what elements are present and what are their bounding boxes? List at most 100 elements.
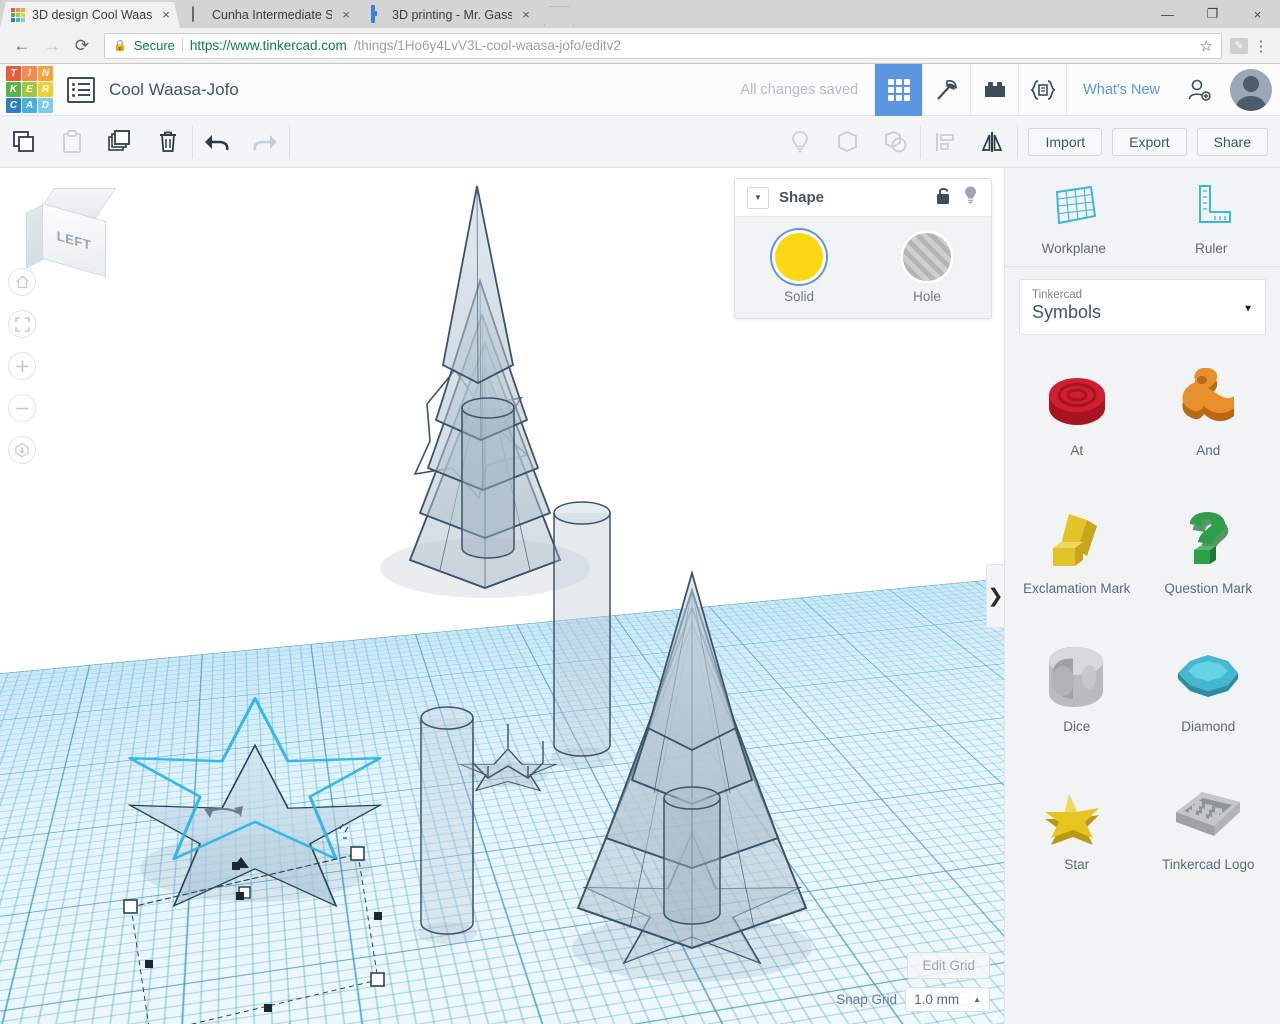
- paste-icon: [48, 116, 96, 168]
- diamond-3d-icon: [1143, 637, 1275, 717]
- lego-brick-icon[interactable]: [970, 63, 1018, 116]
- browser-tab-0[interactable]: 3D design Cool Waasa-J ×: [0, 2, 180, 28]
- shapes-sidebar: Workplane Ruler Tinkercad Symbols ▼ At A…: [1004, 168, 1280, 1024]
- mirror-icon[interactable]: [969, 116, 1017, 168]
- reload-icon[interactable]: ⟳: [68, 32, 96, 60]
- panel-collapse-handle[interactable]: ❯: [986, 564, 1004, 628]
- three-dot-menu-icon[interactable]: ⋮: [1250, 37, 1272, 55]
- codeblocks-icon[interactable]: [1018, 63, 1066, 116]
- shape-label: And: [1196, 443, 1221, 458]
- shape-diamond[interactable]: Diamond: [1143, 625, 1275, 763]
- export-button[interactable]: Export: [1112, 127, 1187, 156]
- shape-star[interactable]: Star: [1011, 763, 1143, 901]
- close-icon[interactable]: ×: [518, 7, 534, 23]
- dice-3d-icon: [1011, 637, 1143, 717]
- logo-tile: R: [38, 82, 53, 97]
- snap-grid-select[interactable]: 1.0 mm ▲: [905, 987, 990, 1012]
- page-title[interactable]: Cool Waasa-Jofo: [109, 80, 239, 100]
- shape-label: At: [1070, 443, 1084, 458]
- close-window-button[interactable]: ×: [1235, 0, 1280, 28]
- delete-trash-icon[interactable]: [144, 116, 192, 168]
- url-host: https://www.tinkercad.com: [189, 38, 347, 53]
- minimize-button[interactable]: —: [1145, 0, 1190, 28]
- duplicate-icon[interactable]: [96, 116, 144, 168]
- shape-properties-panel[interactable]: ▼ Shape Solid Hole: [734, 178, 992, 319]
- extension-icon[interactable]: ✎: [1230, 37, 1248, 54]
- lightbulb-icon: [776, 116, 824, 168]
- close-icon[interactable]: ×: [158, 7, 174, 23]
- copy-icon[interactable]: [0, 116, 48, 168]
- grid-controls: Edit Grid Snap Grid 1.0 mm ▲: [836, 952, 990, 1012]
- shape-tinkercad-logo[interactable]: Tinkercad Logo: [1143, 763, 1275, 901]
- chevron-down-icon: ▼: [1243, 303, 1253, 315]
- solid-swatch[interactable]: Solid: [747, 233, 851, 304]
- shape-label: Diamond: [1181, 719, 1236, 734]
- shape-label: Question Mark: [1164, 581, 1253, 596]
- at-symbol-3d-icon: [1011, 361, 1143, 441]
- url-path: /things/1Ho6y4LvV3L-cool-waasa-jofo/edit…: [353, 38, 621, 53]
- orthographic-toggle-button[interactable]: [8, 436, 36, 464]
- solid-color-circle: [775, 233, 823, 281]
- logo-tile: I: [22, 66, 37, 81]
- shape-and[interactable]: And: [1143, 349, 1275, 487]
- browser-address-bar: ← → ⟳ 🔒 Secure https://www.tinkercad.com…: [0, 28, 1280, 64]
- minecraft-pickaxe-icon[interactable]: [922, 63, 970, 116]
- secure-label: Secure: [133, 38, 175, 53]
- chevron-up-icon: ▲: [973, 995, 981, 1004]
- browser-tab-title: Cunha Intermediate Sch: [212, 8, 332, 22]
- shape-panel-header: ▼ Shape: [735, 179, 991, 217]
- shape-label: Exclamation Mark: [1023, 581, 1131, 596]
- shape-question[interactable]: Question Mark: [1143, 487, 1275, 625]
- close-icon[interactable]: ×: [338, 7, 354, 23]
- blocks-3d-icon[interactable]: [874, 63, 923, 116]
- tinkercad-logo[interactable]: T I N K E R C A D: [6, 66, 53, 113]
- project-list-icon[interactable]: [67, 76, 95, 103]
- main-area: LEFT ▼ Shape Solid Hole ❯ Edit Grid Snap…: [0, 168, 1280, 1024]
- workplane-tool-label: Workplane: [1041, 241, 1106, 256]
- sidebar-tools: Workplane Ruler: [1005, 168, 1280, 267]
- new-tab-button[interactable]: [544, 6, 574, 26]
- forward-icon[interactable]: →: [38, 32, 66, 60]
- divider: [181, 38, 183, 53]
- tree-shape-back[interactable]: [380, 185, 590, 598]
- browser-tab-2[interactable]: 3D printing - Mr. Gasser ×: [360, 2, 540, 28]
- ruler-tool[interactable]: Ruler: [1143, 168, 1280, 266]
- shape-panel-body: Solid Hole: [735, 217, 991, 318]
- zoom-in-button[interactable]: [8, 352, 36, 380]
- star-icon[interactable]: ☆: [1200, 37, 1213, 55]
- shape-dice[interactable]: Dice: [1011, 625, 1143, 763]
- add-person-icon[interactable]: [1176, 64, 1224, 116]
- browser-tab-1[interactable]: Cunha Intermediate Sch ×: [180, 2, 360, 28]
- shape-panel-title: Shape: [779, 189, 825, 206]
- unlock-icon[interactable]: [935, 186, 952, 210]
- avatar[interactable]: [1230, 68, 1272, 111]
- zoom-out-button[interactable]: [8, 394, 36, 422]
- edit-toolbar: Import Export Share: [0, 116, 1280, 168]
- url-input[interactable]: 🔒 Secure https://www.tinkercad.com/thing…: [104, 32, 1222, 59]
- share-button[interactable]: Share: [1196, 127, 1268, 156]
- import-button[interactable]: Import: [1028, 127, 1103, 156]
- hole-swatch[interactable]: Hole: [875, 233, 979, 304]
- logo-tile: K: [6, 82, 21, 97]
- chevron-down-icon[interactable]: ▼: [747, 186, 769, 209]
- back-icon[interactable]: ←: [8, 32, 36, 60]
- undo-arrow-icon[interactable]: [193, 116, 241, 168]
- whats-new-link[interactable]: What's New: [1066, 63, 1176, 116]
- workplane-tool[interactable]: Workplane: [1005, 168, 1143, 266]
- home-view-button[interactable]: [8, 268, 36, 296]
- star-3d-icon: [1011, 775, 1143, 855]
- fit-to-view-button[interactable]: [8, 310, 36, 338]
- window-controls: — ❐ ×: [1145, 0, 1280, 28]
- view-cube[interactable]: LEFT: [22, 188, 117, 278]
- restore-button[interactable]: ❐: [1190, 0, 1235, 28]
- shape-exclamation[interactable]: Exclamation Mark: [1011, 487, 1143, 625]
- lightbulb-icon[interactable]: [962, 185, 979, 210]
- shape-at[interactable]: At: [1011, 349, 1143, 487]
- design-viewport[interactable]: LEFT ▼ Shape Solid Hole ❯ Edit Grid Snap…: [0, 168, 1004, 1024]
- edit-grid-button[interactable]: Edit Grid: [907, 952, 990, 979]
- ungroup-icon: [872, 116, 920, 168]
- browser-tab-title: 3D printing - Mr. Gasser: [392, 8, 512, 22]
- shape-library-select[interactable]: Tinkercad Symbols ▼: [1019, 279, 1266, 335]
- shape-label: Star: [1064, 857, 1090, 872]
- document-icon: [190, 7, 206, 23]
